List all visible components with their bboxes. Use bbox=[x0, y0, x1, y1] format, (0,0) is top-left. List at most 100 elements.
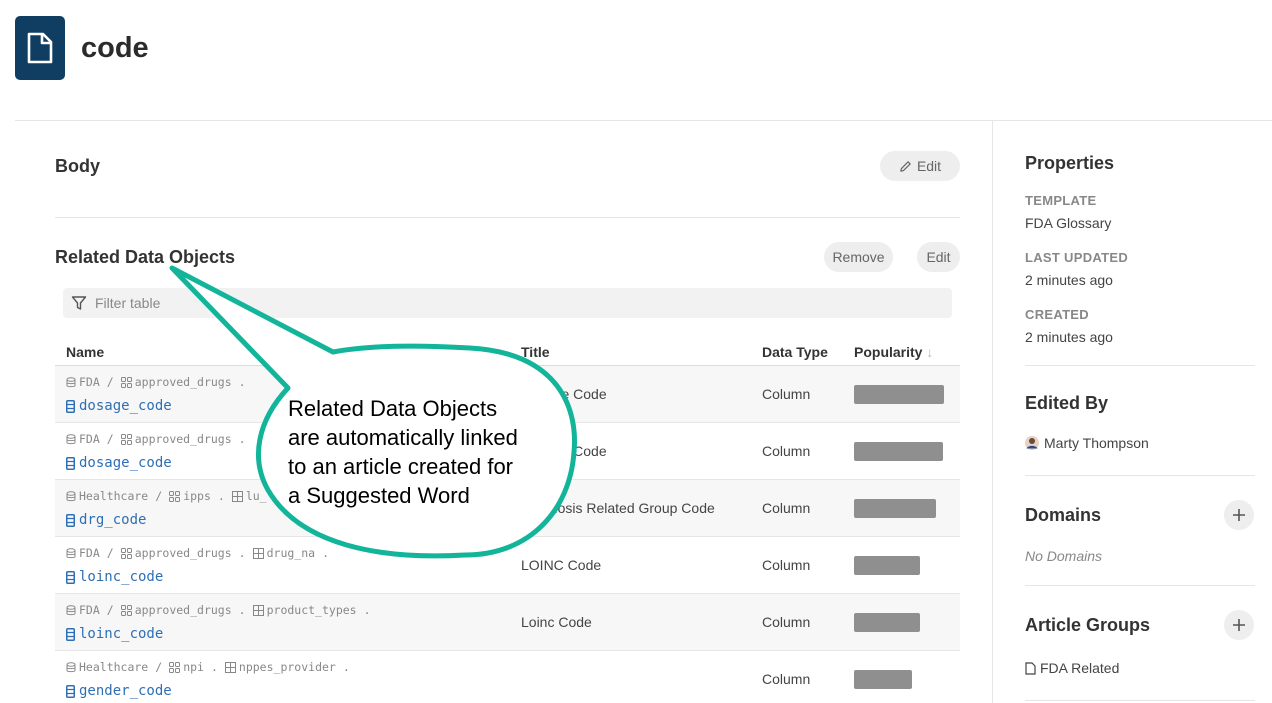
path-source[interactable]: Healthcare bbox=[79, 660, 148, 674]
document-icon bbox=[1025, 661, 1036, 675]
path-separator: / bbox=[106, 375, 114, 389]
table-row[interactable]: Healthcare / npi. nppes_provider. gender_cod… bbox=[55, 651, 960, 703]
column-icon bbox=[66, 399, 75, 413]
object-name-link[interactable]: drg_code bbox=[66, 512, 146, 528]
path-table[interactable]: product_types bbox=[267, 603, 357, 617]
object-title: Loinc Code bbox=[521, 614, 592, 630]
related-edit-button[interactable]: Edit bbox=[917, 242, 960, 272]
body-divider bbox=[55, 217, 960, 218]
column-header-popularity[interactable]: Popularity ↓ bbox=[854, 344, 933, 360]
path-separator: . bbox=[273, 489, 281, 503]
table-icon bbox=[252, 547, 264, 559]
path-source[interactable]: FDA bbox=[79, 375, 100, 389]
column-icon bbox=[66, 513, 75, 527]
path-source[interactable]: FDA bbox=[79, 546, 100, 560]
path-table[interactable]: drug_na bbox=[267, 546, 315, 560]
column-icon bbox=[66, 456, 75, 470]
path-table[interactable]: lu_ bbox=[246, 489, 267, 503]
object-path: FDA / approved_drugs. bbox=[66, 375, 250, 389]
path-source[interactable]: FDA bbox=[79, 603, 100, 617]
path-separator: . bbox=[238, 375, 246, 389]
article-group-link[interactable]: FDA Related bbox=[1025, 660, 1119, 676]
column-header-data-type[interactable]: Data Type bbox=[762, 344, 828, 360]
object-data-type: Column bbox=[762, 671, 811, 687]
sort-arrow-icon: ↓ bbox=[926, 344, 934, 360]
object-data-type: Column bbox=[762, 443, 811, 459]
path-schema[interactable]: approved_drugs bbox=[135, 432, 232, 446]
path-separator: . bbox=[342, 660, 350, 674]
column-header-name[interactable]: Name bbox=[66, 344, 104, 360]
created-label: CREATED bbox=[1025, 307, 1089, 322]
page-header: code bbox=[15, 16, 149, 80]
table-row[interactable]: FDA / approved_drugs. drug_na. loinc_code LOI… bbox=[55, 537, 960, 594]
remove-label: Remove bbox=[832, 249, 885, 265]
properties-title: Properties bbox=[1025, 153, 1115, 173]
object-name-link[interactable]: gender_code bbox=[66, 683, 172, 699]
object-name: dosage_code bbox=[79, 398, 172, 414]
path-schema[interactable]: ipps bbox=[183, 489, 211, 503]
table-header: Name Title Data Type Popularity ↓ bbox=[55, 338, 960, 366]
object-name-link[interactable]: loinc_code bbox=[66, 569, 163, 585]
path-schema[interactable]: npi bbox=[183, 660, 204, 674]
object-name: loinc_code bbox=[79, 569, 164, 585]
add-domain-button[interactable] bbox=[1224, 500, 1254, 530]
object-data-type: Column bbox=[762, 386, 811, 402]
popularity-bar bbox=[854, 670, 912, 689]
column-icon bbox=[66, 684, 75, 698]
sidebar-divider bbox=[992, 121, 993, 703]
sidebar-divider-4 bbox=[1025, 700, 1255, 701]
body-edit-label: Edit bbox=[916, 158, 942, 174]
add-article-group-button[interactable] bbox=[1224, 610, 1254, 640]
table-row[interactable]: FDA / approved_drugs. product_types. loinc_c… bbox=[55, 594, 960, 651]
path-schema[interactable]: approved_drugs bbox=[135, 375, 232, 389]
object-data-type: Column bbox=[762, 500, 811, 516]
filter-bar bbox=[63, 288, 952, 318]
object-data-type: Column bbox=[762, 614, 811, 630]
plus-icon bbox=[1233, 509, 1245, 521]
popularity-bar bbox=[854, 385, 944, 404]
object-name-link[interactable]: dosage_code bbox=[66, 455, 172, 471]
object-data-type: Column bbox=[762, 557, 811, 573]
column-header-title[interactable]: Title bbox=[521, 344, 550, 360]
path-schema[interactable]: approved_drugs bbox=[135, 603, 232, 617]
body-edit-button[interactable]: Edit bbox=[880, 151, 960, 181]
popularity-bar bbox=[854, 499, 936, 518]
header-divider bbox=[15, 120, 1272, 121]
last-updated-label: LAST UPDATED bbox=[1025, 250, 1129, 265]
object-path: FDA / approved_drugs. product_types. bbox=[66, 603, 375, 617]
path-separator: / bbox=[155, 660, 163, 674]
object-name: dosage_code bbox=[79, 455, 172, 471]
callout-line: to an article created for bbox=[288, 454, 514, 479]
editor-name: Marty Thompson bbox=[1044, 435, 1149, 451]
popularity-bar bbox=[854, 613, 920, 632]
article-group-name: FDA Related bbox=[1040, 660, 1120, 676]
article-groups-title: Article Groups bbox=[1025, 615, 1151, 635]
callout-line: are automatically linked bbox=[288, 425, 518, 450]
database-icon bbox=[66, 661, 76, 672]
path-separator: . bbox=[238, 603, 246, 617]
object-name-link[interactable]: dosage_code bbox=[66, 398, 172, 414]
object-name-link[interactable]: loinc_code bbox=[66, 626, 163, 642]
schema-icon bbox=[120, 376, 132, 388]
edited-by-title: Edited By bbox=[1025, 393, 1109, 413]
schema-icon bbox=[120, 547, 132, 559]
document-icon bbox=[15, 16, 65, 80]
path-table[interactable]: nppes_provider bbox=[239, 660, 336, 674]
no-domains-text: No Domains bbox=[1025, 548, 1103, 564]
template-value[interactable]: FDA Glossary bbox=[1025, 215, 1111, 231]
path-source[interactable]: FDA bbox=[79, 432, 100, 446]
object-title: LOINC Code bbox=[521, 557, 602, 573]
table-icon bbox=[231, 490, 243, 502]
path-separator: . bbox=[238, 432, 246, 446]
path-source[interactable]: Healthcare bbox=[79, 489, 148, 503]
remove-button[interactable]: Remove bbox=[824, 242, 893, 272]
table-icon bbox=[224, 661, 236, 673]
path-separator: . bbox=[363, 603, 371, 617]
plus-icon bbox=[1233, 619, 1245, 631]
filter-input[interactable] bbox=[95, 295, 495, 311]
editor-entry[interactable]: Marty Thompson bbox=[1025, 435, 1149, 451]
database-icon bbox=[66, 604, 76, 615]
pencil-icon bbox=[900, 160, 911, 172]
body-title: Body bbox=[55, 156, 100, 176]
path-schema[interactable]: approved_drugs bbox=[135, 546, 232, 560]
